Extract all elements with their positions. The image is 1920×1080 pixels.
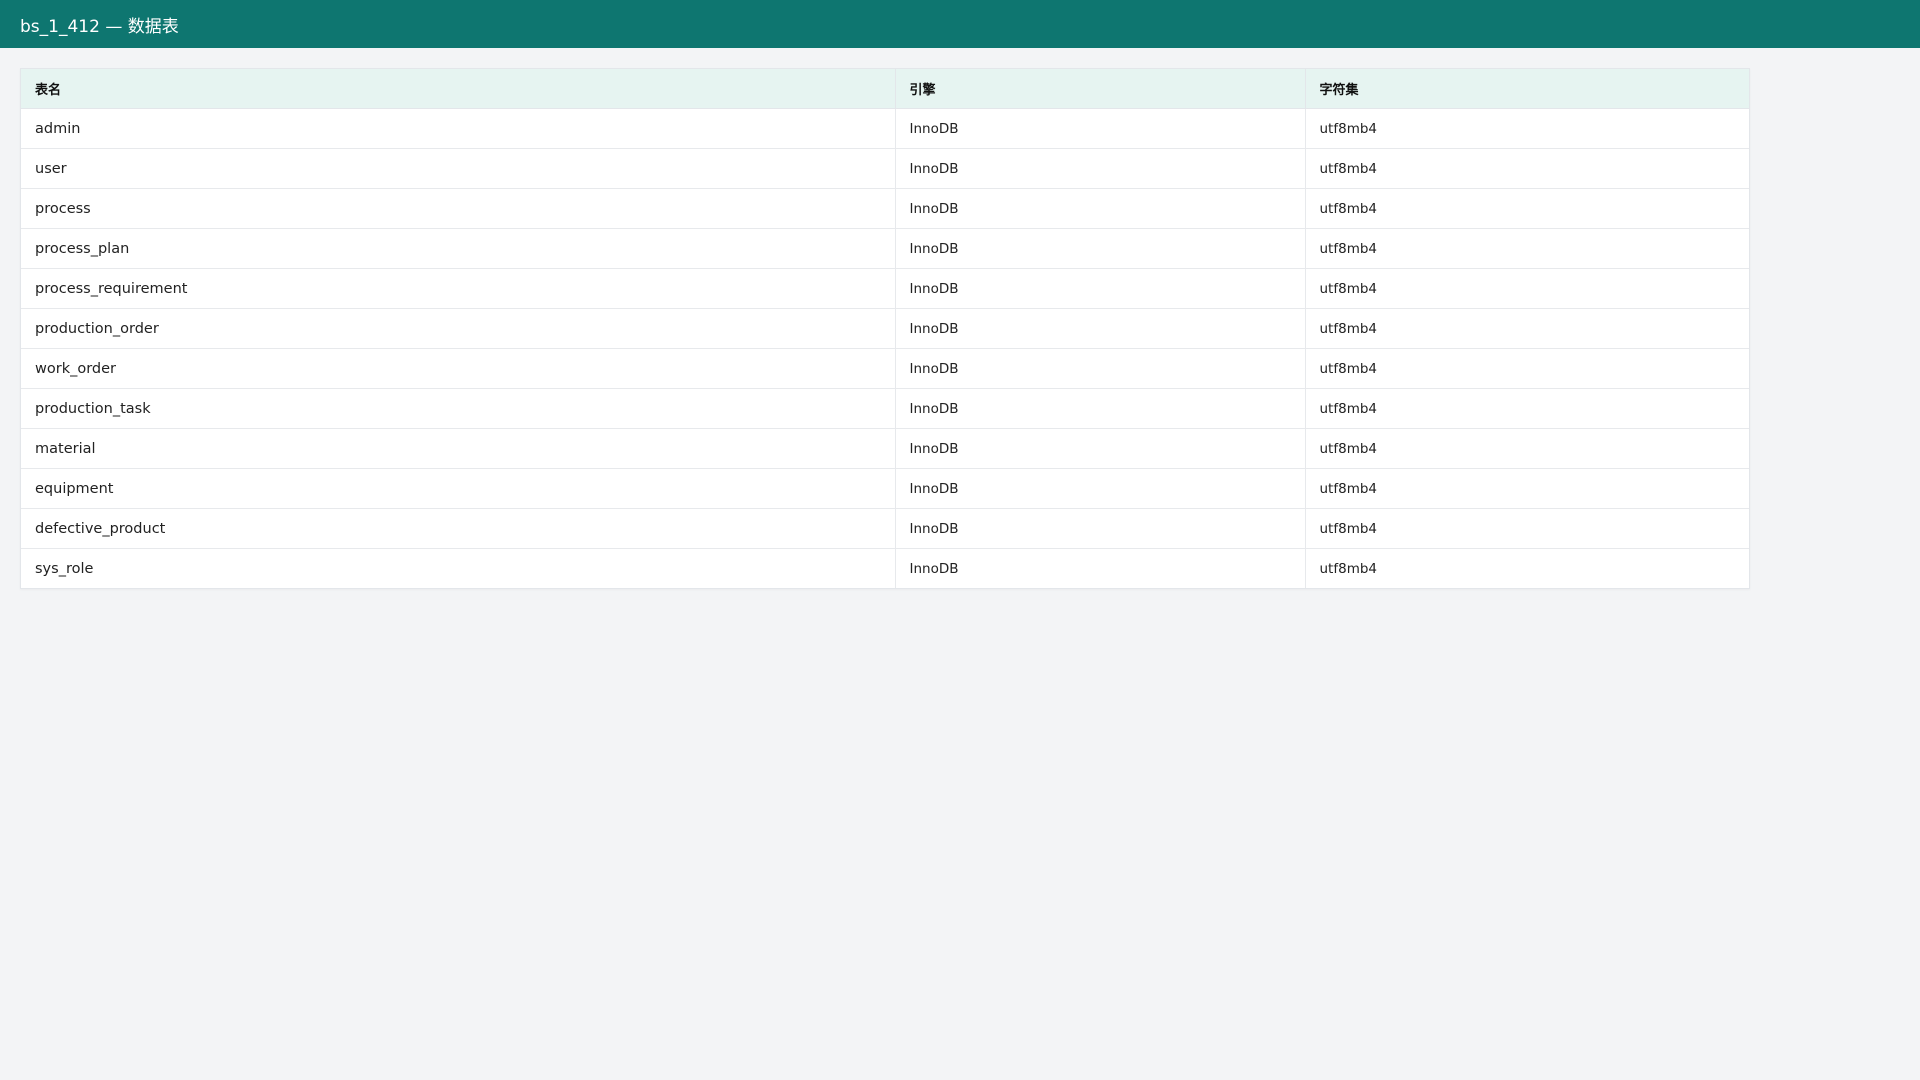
engine-cell: InnoDB: [895, 508, 1306, 549]
table-name-cell[interactable]: process_plan: [21, 228, 896, 269]
table-name-cell[interactable]: production_order: [21, 308, 896, 349]
engine-cell: InnoDB: [895, 548, 1306, 588]
charset-cell: utf8mb4: [1305, 188, 1749, 229]
charset-cell: utf8mb4: [1305, 508, 1749, 549]
column-header-engine[interactable]: 引擎: [895, 69, 1306, 109]
engine-cell: InnoDB: [895, 428, 1306, 469]
charset-cell: utf8mb4: [1305, 428, 1749, 469]
table-row[interactable]: user InnoDB utf8mb4: [21, 148, 1749, 189]
table-row[interactable]: sys_role InnoDB utf8mb4: [21, 548, 1749, 588]
tables-panel: 表名 引擎 字符集 admin InnoDB utf8mb4 user Inno…: [20, 68, 1750, 589]
column-header-table-name[interactable]: 表名: [21, 69, 896, 109]
table-row[interactable]: production_order InnoDB utf8mb4: [21, 308, 1749, 349]
main-content: 表名 引擎 字符集 admin InnoDB utf8mb4 user Inno…: [0, 48, 1920, 609]
engine-cell: InnoDB: [895, 228, 1306, 269]
table-body: admin InnoDB utf8mb4 user InnoDB utf8mb4…: [21, 108, 1749, 588]
table-name-cell[interactable]: work_order: [21, 348, 896, 389]
engine-cell: InnoDB: [895, 348, 1306, 389]
app-header: bs_1_412 — 数据表: [0, 0, 1920, 48]
engine-cell: InnoDB: [895, 268, 1306, 309]
table-name-cell[interactable]: production_task: [21, 388, 896, 429]
table-row[interactable]: admin InnoDB utf8mb4: [21, 108, 1749, 149]
table-name-cell[interactable]: process_requirement: [21, 268, 896, 309]
table-row[interactable]: process_requirement InnoDB utf8mb4: [21, 268, 1749, 309]
tables-table: 表名 引擎 字符集 admin InnoDB utf8mb4 user Inno…: [21, 69, 1749, 588]
engine-cell: InnoDB: [895, 388, 1306, 429]
charset-cell: utf8mb4: [1305, 148, 1749, 189]
table-name-cell[interactable]: user: [21, 148, 896, 189]
table-row[interactable]: defective_product InnoDB utf8mb4: [21, 508, 1749, 549]
table-name-cell[interactable]: equipment: [21, 468, 896, 509]
table-row[interactable]: process InnoDB utf8mb4: [21, 188, 1749, 229]
engine-cell: InnoDB: [895, 148, 1306, 189]
engine-cell: InnoDB: [895, 188, 1306, 229]
table-row[interactable]: production_task InnoDB utf8mb4: [21, 388, 1749, 429]
page-title: bs_1_412 — 数据表: [20, 16, 179, 37]
table-row[interactable]: material InnoDB utf8mb4: [21, 428, 1749, 469]
engine-cell: InnoDB: [895, 308, 1306, 349]
charset-cell: utf8mb4: [1305, 228, 1749, 269]
table-row[interactable]: work_order InnoDB utf8mb4: [21, 348, 1749, 389]
charset-cell: utf8mb4: [1305, 388, 1749, 429]
engine-cell: InnoDB: [895, 468, 1306, 509]
charset-cell: utf8mb4: [1305, 548, 1749, 588]
column-header-charset[interactable]: 字符集: [1305, 69, 1749, 109]
table-header-row: 表名 引擎 字符集: [21, 69, 1749, 109]
table-name-cell[interactable]: material: [21, 428, 896, 469]
table-name-cell[interactable]: process: [21, 188, 896, 229]
table-row[interactable]: equipment InnoDB utf8mb4: [21, 468, 1749, 509]
table-name-cell[interactable]: sys_role: [21, 548, 896, 588]
charset-cell: utf8mb4: [1305, 348, 1749, 389]
table-row[interactable]: process_plan InnoDB utf8mb4: [21, 228, 1749, 269]
table-name-cell[interactable]: defective_product: [21, 508, 896, 549]
engine-cell: InnoDB: [895, 108, 1306, 149]
charset-cell: utf8mb4: [1305, 468, 1749, 509]
table-name-cell[interactable]: admin: [21, 108, 896, 149]
charset-cell: utf8mb4: [1305, 268, 1749, 309]
charset-cell: utf8mb4: [1305, 308, 1749, 349]
charset-cell: utf8mb4: [1319, 120, 1378, 137]
